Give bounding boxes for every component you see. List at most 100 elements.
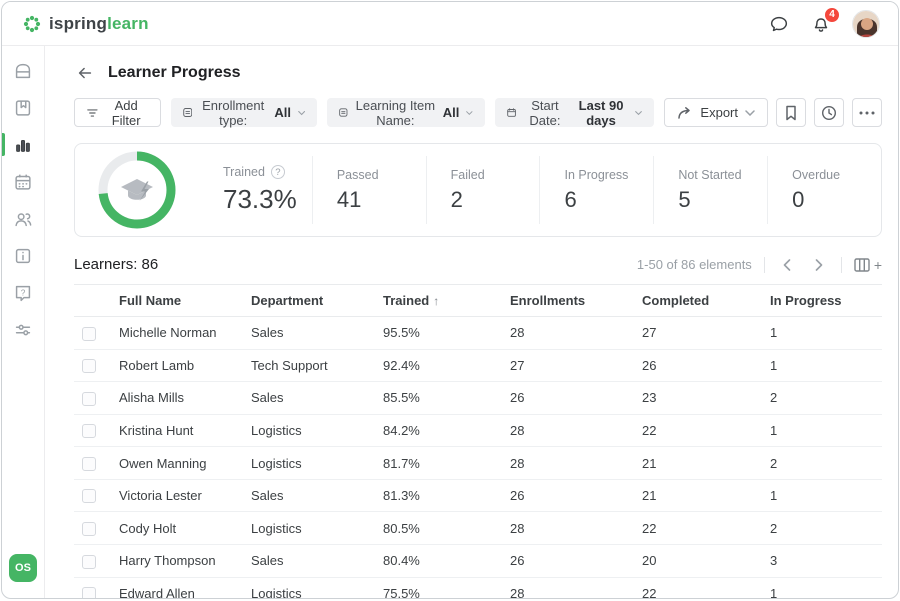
- row-checkbox[interactable]: [82, 457, 96, 471]
- ellipsis-icon: [859, 111, 875, 115]
- table-row[interactable]: Kristina Hunt Logistics 84.2% 28 22 1: [74, 414, 882, 447]
- column-trained[interactable]: Trained↑: [383, 285, 510, 317]
- column-department[interactable]: Department: [251, 285, 383, 317]
- pagination-range-label: 1-50 of 86 elements: [637, 257, 752, 272]
- row-checkbox[interactable]: [82, 555, 96, 569]
- schedule-button[interactable]: [814, 98, 844, 127]
- sidebar-item-reports[interactable]: [2, 126, 45, 163]
- stat-in-progress: In Progress6: [539, 156, 653, 224]
- cell-enrollments: 28: [510, 317, 642, 350]
- pagination-prev-button[interactable]: [777, 257, 797, 273]
- form-icon: [183, 106, 192, 119]
- cell-completed: 21: [642, 479, 770, 512]
- cell-in-progress: 2: [770, 512, 882, 545]
- table-body: Michelle Norman Sales 95.5% 28 27 1 Robe…: [74, 317, 882, 599]
- row-checkbox[interactable]: [82, 327, 96, 341]
- chevron-down-icon: [745, 110, 755, 116]
- export-icon: [677, 106, 693, 120]
- table-row[interactable]: Alisha Mills Sales 85.5% 26 23 2: [74, 382, 882, 415]
- cell-full-name: Robert Lamb: [119, 349, 251, 382]
- column-in-progress[interactable]: In Progress: [770, 285, 882, 317]
- sidebar-item-info[interactable]: [2, 237, 45, 274]
- filter-icon: [87, 107, 98, 119]
- cell-completed: 23: [642, 382, 770, 415]
- page-title: Learner Progress: [108, 64, 241, 82]
- export-button[interactable]: Export: [664, 98, 768, 127]
- back-arrow-icon[interactable]: [74, 62, 96, 84]
- cell-in-progress: 2: [770, 382, 882, 415]
- cell-completed: 26: [642, 349, 770, 382]
- calendar-icon: [507, 106, 516, 119]
- learners-table: Full Name Department Trained↑ Enrollment…: [74, 284, 882, 598]
- cell-full-name: Cody Holt: [119, 512, 251, 545]
- cell-in-progress: 1: [770, 577, 882, 598]
- cell-completed: 21: [642, 447, 770, 480]
- manage-columns-button[interactable]: +: [854, 257, 882, 273]
- row-checkbox[interactable]: [82, 359, 96, 373]
- workspace-badge[interactable]: OS: [9, 554, 37, 582]
- cell-department: Logistics: [251, 512, 383, 545]
- user-avatar[interactable]: [852, 10, 880, 38]
- cell-trained: 81.3%: [383, 479, 510, 512]
- column-full-name[interactable]: Full Name: [119, 285, 251, 317]
- form-icon: [339, 106, 348, 119]
- filter-pill-start-date[interactable]: Start Date:Last 90 days: [495, 98, 654, 127]
- chevron-down-icon: [466, 110, 473, 116]
- notifications-bell-icon[interactable]: 4: [810, 13, 832, 35]
- row-checkbox[interactable]: [82, 392, 96, 406]
- cell-enrollments: 28: [510, 512, 642, 545]
- cell-full-name: Harry Thompson: [119, 544, 251, 577]
- filter-pill-learning-item-name[interactable]: Learning Item Name:All: [327, 98, 485, 127]
- cell-full-name: Owen Manning: [119, 447, 251, 480]
- chevron-down-icon: [298, 110, 305, 116]
- row-checkbox[interactable]: [82, 587, 96, 598]
- sidebar-item-calendar[interactable]: [2, 163, 45, 200]
- stat-trained: Trained?73.3%: [199, 156, 312, 224]
- cell-trained: 80.4%: [383, 544, 510, 577]
- table-row[interactable]: Robert Lamb Tech Support 92.4% 27 26 1: [74, 349, 882, 382]
- saved-reports-button[interactable]: [776, 98, 806, 127]
- sidebar-item-help[interactable]: ?: [2, 274, 45, 311]
- stat-not-started: Not Started5: [653, 156, 767, 224]
- table-row[interactable]: Cody Holt Logistics 80.5% 28 22 2: [74, 512, 882, 545]
- cell-in-progress: 3: [770, 544, 882, 577]
- table-row[interactable]: Michelle Norman Sales 95.5% 28 27 1: [74, 317, 882, 350]
- help-icon[interactable]: ?: [271, 165, 285, 179]
- table-row[interactable]: Edward Allen Logistics 75.5% 28 22 1: [74, 577, 882, 598]
- cell-trained: 95.5%: [383, 317, 510, 350]
- sidebar-item-users[interactable]: [2, 200, 45, 237]
- column-enrollments[interactable]: Enrollments: [510, 285, 642, 317]
- cell-full-name: Kristina Hunt: [119, 414, 251, 447]
- chat-icon[interactable]: [768, 13, 790, 35]
- cell-in-progress: 2: [770, 447, 882, 480]
- filter-pill-enrollment-type[interactable]: Enrollment type:All: [171, 98, 318, 127]
- cell-completed: 20: [642, 544, 770, 577]
- sidebar-item-home[interactable]: [2, 52, 45, 89]
- cell-full-name: Alisha Mills: [119, 382, 251, 415]
- app-window: ispringlearn 4: [1, 1, 899, 599]
- cell-enrollments: 26: [510, 544, 642, 577]
- svg-text:?: ?: [21, 288, 26, 297]
- app-logo[interactable]: ispringlearn: [22, 14, 149, 34]
- row-checkbox[interactable]: [82, 489, 96, 503]
- cell-full-name: Edward Allen: [119, 577, 251, 598]
- cell-in-progress: 1: [770, 349, 882, 382]
- cell-trained: 75.5%: [383, 577, 510, 598]
- more-actions-button[interactable]: [852, 98, 882, 127]
- row-checkbox[interactable]: [82, 522, 96, 536]
- sort-asc-icon: ↑: [433, 294, 439, 308]
- cell-completed: 27: [642, 317, 770, 350]
- sidebar-item-courses[interactable]: [2, 89, 45, 126]
- sidebar-item-settings[interactable]: [2, 311, 45, 348]
- graduation-cap-icon: [121, 179, 153, 201]
- cell-trained: 92.4%: [383, 349, 510, 382]
- main-content: Learner Progress Add Filter Enrollment t…: [45, 46, 898, 598]
- table-row[interactable]: Victoria Lester Sales 81.3% 26 21 1: [74, 479, 882, 512]
- table-row[interactable]: Harry Thompson Sales 80.4% 26 20 3: [74, 544, 882, 577]
- column-completed[interactable]: Completed: [642, 285, 770, 317]
- summary-stats-card: Trained?73.3%Passed41Failed2In Progress6…: [74, 143, 882, 237]
- add-filter-button[interactable]: Add Filter: [74, 98, 161, 127]
- row-checkbox[interactable]: [82, 424, 96, 438]
- table-row[interactable]: Owen Manning Logistics 81.7% 28 21 2: [74, 447, 882, 480]
- pagination-next-button[interactable]: [809, 257, 829, 273]
